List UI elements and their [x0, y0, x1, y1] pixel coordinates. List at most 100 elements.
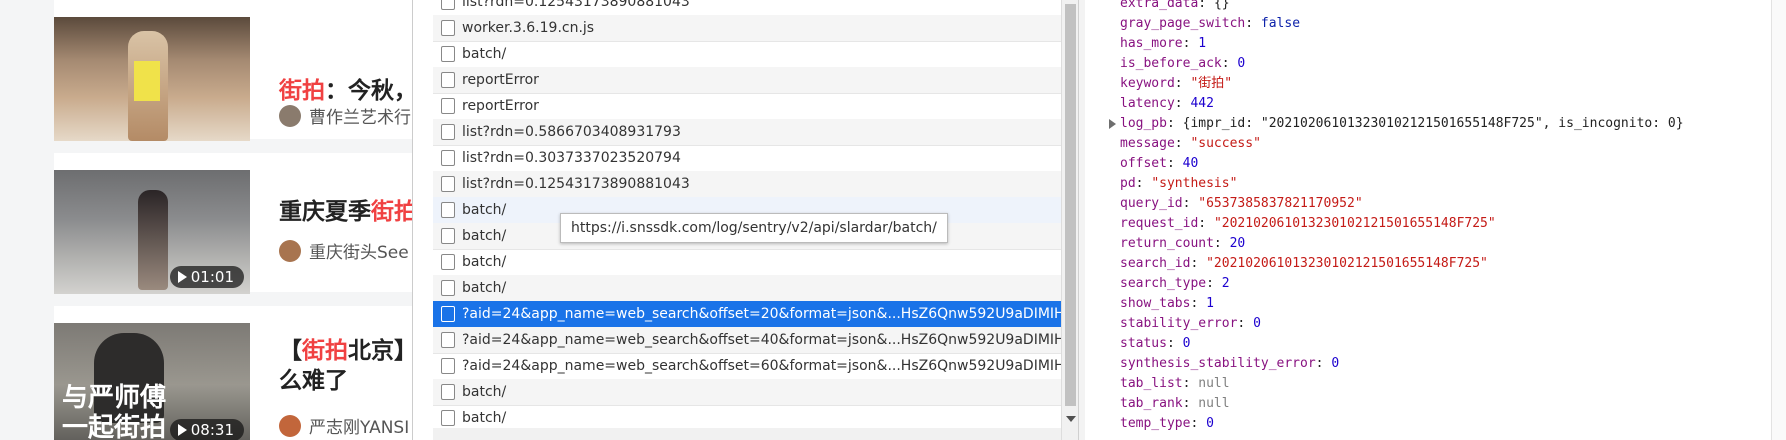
json-value: 0 — [1206, 416, 1214, 431]
json-value: {} — [1213, 0, 1230, 11]
json-property: latency: 442 — [1120, 96, 1214, 111]
network-scrollbar[interactable] — [1061, 0, 1079, 440]
json-value: 0 — [1331, 356, 1340, 371]
json-property: return_count: 20 — [1120, 236, 1246, 251]
json-property: stability_error: 0 — [1120, 316, 1261, 331]
search-results-page: 街拍：今秋， 曹作兰艺术行 01:01 重庆夏季街拍 重庆街头See 与严师傅一… — [0, 0, 412, 440]
result-thumbnail[interactable]: 与严师傅 一起街拍 08:31 — [54, 323, 250, 440]
result-author[interactable]: 曹作兰艺术行 — [279, 103, 411, 128]
resource-file-icon — [441, 228, 455, 244]
json-value: "202102061013230102121501655148F725" — [1206, 256, 1488, 271]
json-key: status — [1120, 336, 1167, 351]
network-request-row[interactable]: ?aid=24&app_name=web_search&offset=40&fo… — [433, 327, 1061, 354]
json-value: "success" — [1190, 136, 1261, 151]
network-request-row[interactable]: reportError — [433, 67, 1061, 94]
avatar — [279, 104, 301, 127]
title-text: 【 — [279, 338, 302, 364]
resource-file-icon — [441, 384, 455, 400]
network-request-row[interactable]: reportError — [433, 93, 1061, 120]
preview-scrollbar[interactable] — [1771, 0, 1786, 440]
json-value: "synthesis" — [1151, 176, 1238, 191]
scrollbar-thumb[interactable] — [1065, 4, 1076, 406]
scroll-down-icon[interactable] — [1066, 416, 1076, 422]
json-value: 1 — [1206, 296, 1214, 311]
resource-file-icon — [441, 46, 455, 62]
json-property[interactable]: log_pb: {impr_id: "202102061013230102121… — [1120, 114, 1684, 134]
result-card[interactable]: 与严师傅 一起街拍 08:31 【街拍北京】 么难了 严志刚YANSI — [54, 306, 412, 440]
result-thumbnail[interactable]: 01:01 — [54, 170, 250, 294]
keyword-highlight: 街拍 — [279, 78, 325, 104]
json-key: keyword — [1120, 76, 1175, 91]
json-property: offset: 40 — [1120, 156, 1199, 171]
resource-file-icon — [441, 254, 455, 270]
json-key: pd — [1120, 176, 1136, 191]
request-name: list?rdn=0.12543173890881043 — [462, 0, 690, 10]
json-key: latency — [1120, 96, 1175, 111]
json-property: search_type: 2 — [1120, 276, 1230, 291]
network-request-row[interactable]: list?rdn=0.3037337023520794 — [433, 145, 1061, 172]
result-author[interactable]: 重庆街头See — [279, 238, 409, 263]
keyword-highlight: 街拍 — [371, 199, 412, 225]
network-request-row[interactable]: ?aid=24&app_name=web_search&offset=60&fo… — [433, 353, 1061, 380]
json-property: request_id: "202102061013230102121501655… — [1120, 216, 1496, 231]
avatar — [279, 414, 301, 437]
resource-file-icon — [441, 98, 455, 114]
result-card[interactable]: 01:01 重庆夏季街拍 重庆街头See — [54, 153, 412, 294]
json-key: synthesis_stability_error — [1120, 356, 1316, 371]
json-value: null — [1198, 396, 1230, 411]
network-request-row[interactable]: batch/ — [433, 249, 1061, 276]
network-request-row[interactable]: batch/ — [433, 275, 1061, 302]
author-name: 曹作兰艺术行 — [309, 108, 411, 128]
json-key: tab_rank — [1120, 396, 1183, 411]
json-property: message: "success" — [1120, 136, 1261, 151]
resource-file-icon — [441, 280, 455, 296]
json-property: query_id: "6537385837821170952" — [1120, 196, 1363, 211]
json-property: search_id: "2021020610132301021215016551… — [1120, 256, 1488, 271]
request-name: list?rdn=0.3037337023520794 — [462, 150, 681, 166]
network-horizontal-scrollbar[interactable] — [433, 428, 1061, 440]
json-key: gray_page_switch — [1120, 16, 1246, 31]
network-request-row[interactable]: list?rdn=0.12543173890881043 — [433, 0, 1061, 16]
network-request-row[interactable]: list?rdn=0.12543173890881043 — [433, 171, 1061, 198]
title-text: ：今秋， — [325, 78, 412, 104]
resource-file-icon — [441, 176, 455, 192]
json-key: search_type — [1120, 276, 1207, 291]
title-text: 重庆夏季 — [279, 199, 371, 225]
request-name: batch/ — [462, 46, 507, 62]
json-property: tab_rank: null — [1120, 396, 1230, 411]
request-name: ?aid=24&app_name=web_search&offset=20&fo… — [462, 306, 1061, 322]
network-request-row[interactable]: ?aid=24&app_name=web_search&offset=20&fo… — [433, 301, 1061, 328]
network-request-row[interactable]: worker.3.6.19.cn.js — [433, 15, 1061, 42]
response-preview: extra_data: {} gray_page_switch: false has… — [1085, 0, 1786, 440]
expand-arrow-icon[interactable] — [1109, 119, 1116, 129]
json-key: show_tabs — [1120, 296, 1191, 311]
json-key: search_id — [1120, 256, 1191, 271]
result-author[interactable]: 严志刚YANSI — [279, 413, 409, 438]
resource-file-icon — [441, 20, 455, 36]
json-key: temp_type — [1120, 416, 1191, 431]
resource-file-icon — [441, 410, 455, 426]
json-property: is_before_ack: 0 — [1120, 56, 1246, 71]
result-card[interactable]: 街拍：今秋， 曹作兰艺术行 — [54, 0, 412, 141]
result-title[interactable]: 【街拍北京】 么难了 — [279, 336, 412, 396]
json-key: query_id — [1120, 196, 1183, 211]
avatar — [279, 239, 301, 262]
json-key: request_id — [1120, 216, 1199, 231]
json-property: has_more: 1 — [1120, 36, 1207, 51]
result-title[interactable]: 街拍：今秋， — [279, 76, 412, 106]
request-name: reportError — [462, 98, 539, 114]
json-value: 0 — [1237, 56, 1246, 71]
network-request-row[interactable]: batch/ — [433, 379, 1061, 406]
json-key: stability_error — [1120, 316, 1238, 331]
result-thumbnail[interactable] — [54, 17, 250, 141]
network-request-row[interactable]: batch/ — [433, 41, 1061, 68]
json-property: temp_type: 0 — [1120, 416, 1214, 431]
json-value: 1 — [1198, 36, 1207, 51]
result-title[interactable]: 重庆夏季街拍 — [279, 197, 412, 227]
request-name: ?aid=24&app_name=web_search&offset=60&fo… — [462, 358, 1061, 374]
play-icon — [177, 424, 187, 436]
json-key: offset — [1120, 156, 1167, 171]
json-key: tab_list — [1120, 376, 1183, 391]
json-key: message — [1120, 136, 1175, 151]
network-request-row[interactable]: list?rdn=0.5866703408931793 — [433, 119, 1061, 146]
